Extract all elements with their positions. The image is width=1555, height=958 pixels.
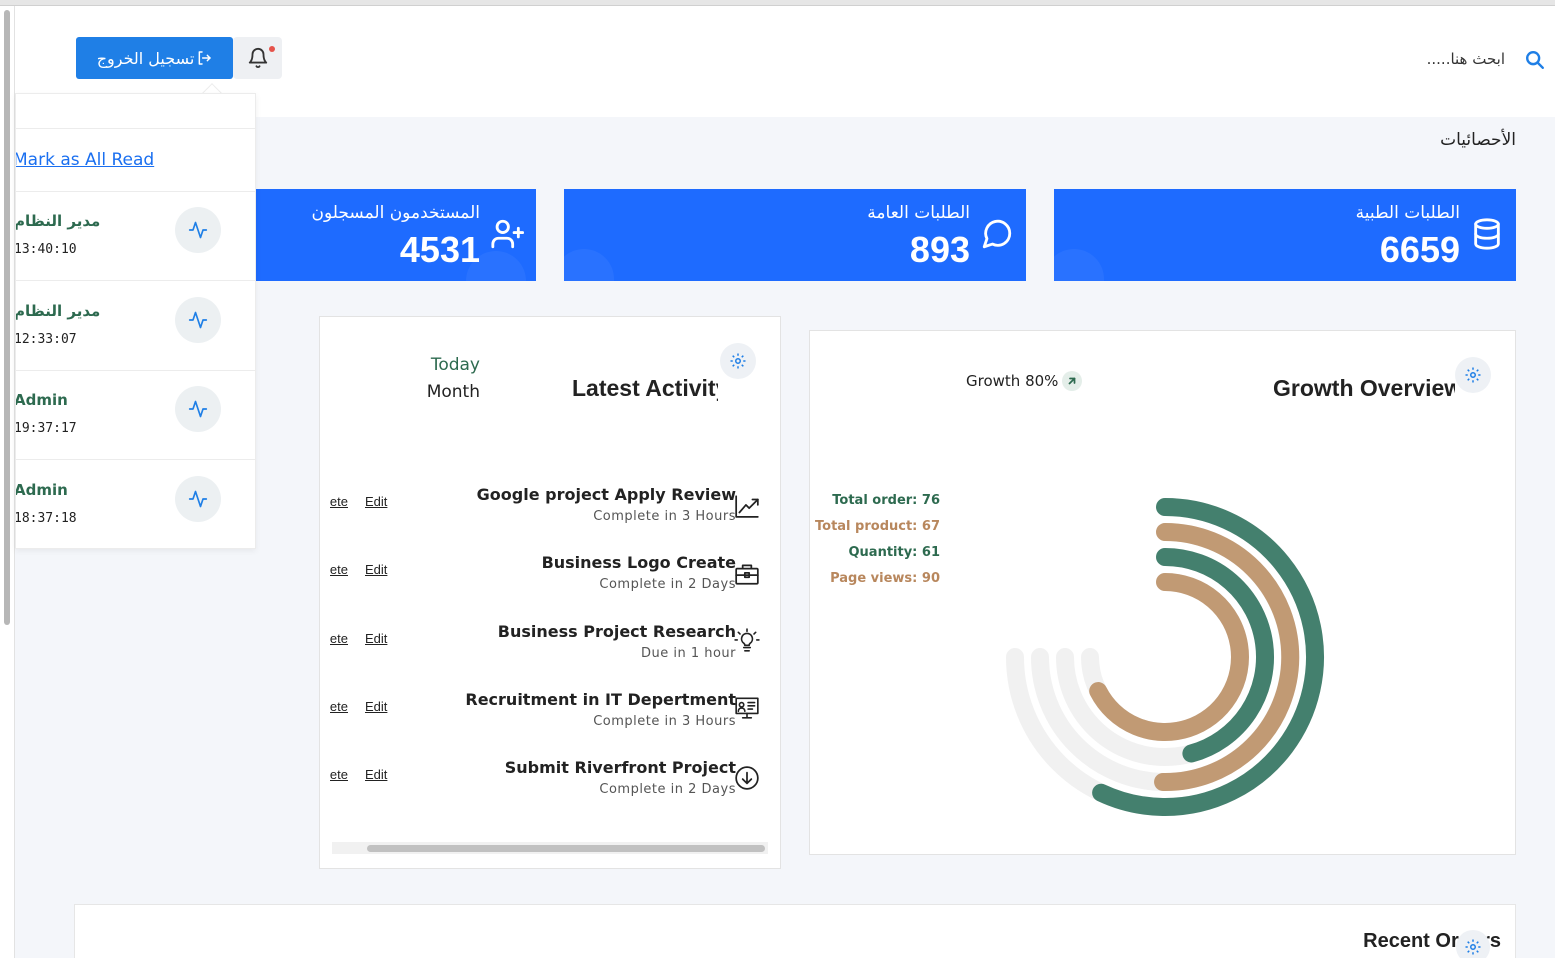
logout-icon <box>198 51 212 65</box>
notification-time: 19:37:17 <box>15 421 77 436</box>
gear-icon <box>1465 939 1481 955</box>
activity-subtitle: Complete in 3 Hours <box>593 509 736 524</box>
latest-activity-title: Latest Activity <box>572 375 718 401</box>
notification-sender: Admin <box>15 391 68 409</box>
activity-subtitle: Complete in 2 Days <box>599 577 736 592</box>
notifications-dropdown: Mark as All Read مدير النظام 13:40:10 مد… <box>15 93 256 549</box>
delete-link[interactable]: Delete <box>330 767 348 782</box>
trending-up-icon <box>735 495 759 518</box>
arrow-down-circle-icon <box>735 766 759 790</box>
notification-time: 18:37:18 <box>15 511 77 526</box>
mark-all-read-link[interactable]: Mark as All Read <box>16 150 154 170</box>
horizontal-scrollbar-thumb[interactable] <box>367 845 765 852</box>
activity-icon <box>175 207 221 253</box>
activity-title: Google project Apply Review <box>476 485 736 504</box>
activity-title: Business Logo Create <box>541 553 736 572</box>
notification-item[interactable]: Admin 19:37:17 <box>15 370 255 459</box>
notification-item[interactable]: Admin 18:37:18 <box>15 460 255 548</box>
notification-sender: Admin <box>15 481 68 499</box>
stat-card-medical-requests[interactable]: الطلبات الطبية 6659 <box>1054 189 1516 281</box>
notifications-button[interactable] <box>233 37 282 79</box>
notification-item[interactable]: مدير النظام 13:40:10 <box>15 191 255 280</box>
notification-dot <box>269 46 275 52</box>
activity-title: Submit Riverfront Project <box>504 758 736 777</box>
notification-time: 13:40:10 <box>15 242 77 257</box>
filter-today[interactable]: Today <box>420 355 480 375</box>
activity-subtitle: Complete in 3 Hours <box>593 714 736 729</box>
database-icon <box>1474 218 1500 250</box>
activity-settings-button[interactable] <box>720 343 756 379</box>
gear-icon <box>730 353 746 369</box>
activity-icon <box>175 297 221 343</box>
delete-link[interactable]: Delete <box>330 562 348 577</box>
notification-item[interactable]: مدير النظام 12:33:07 <box>15 281 255 370</box>
latest-activity-panel: Latest Activity Today Month Delete Edit … <box>319 316 781 869</box>
stat-value: 893 <box>909 229 970 270</box>
activity-subtitle: Complete in 2 Days <box>599 782 736 797</box>
notification-sender: مدير النظام <box>15 302 101 320</box>
logout-label: تسجيل الخروج <box>96 48 195 68</box>
delete-link[interactable]: Delete <box>330 699 348 714</box>
search-input[interactable] <box>1315 46 1505 72</box>
edit-link[interactable]: Edit <box>365 699 387 714</box>
activity-item: Delete Edit Google project Apply Review … <box>320 485 780 545</box>
delete-link[interactable]: Delete <box>330 494 348 509</box>
bell-icon <box>248 48 267 69</box>
growth-overview-panel: Growth Overview Growth 80% Total order: … <box>809 330 1516 855</box>
stat-label: المستخدمون المسجلون <box>311 203 480 223</box>
recent-orders-panel: Recent Orders <box>74 904 1516 958</box>
stat-card-registered-users[interactable]: المستخدمون المسجلون 4531 <box>256 189 536 281</box>
stat-card-general-requests[interactable]: الطلبات العامة 893 <box>564 189 1026 281</box>
recent-orders-settings-button[interactable] <box>1456 930 1490 958</box>
edit-link[interactable]: Edit <box>365 631 387 646</box>
presentation-icon <box>735 697 759 719</box>
edit-link[interactable]: Edit <box>365 494 387 509</box>
activity-item: Delete Edit Recruitment in IT Depertment… <box>320 690 780 750</box>
search-icon[interactable] <box>1524 49 1546 71</box>
radial-bar-page-views <box>1089 573 1249 741</box>
activity-item: Delete Edit Submit Riverfront Project Co… <box>320 758 780 818</box>
edit-link[interactable]: Edit <box>365 767 387 782</box>
activity-item: Delete Edit Business Logo Create Complet… <box>320 553 780 613</box>
activity-icon <box>175 476 221 522</box>
edit-link[interactable]: Edit <box>365 562 387 577</box>
stat-value: 6659 <box>1379 229 1460 270</box>
message-circle-icon <box>982 219 1012 249</box>
user-plus-icon <box>491 219 524 249</box>
page-title: الأحصائيات <box>1440 130 1516 150</box>
filter-month[interactable]: Month <box>410 382 480 402</box>
activity-title: Recruitment in IT Depertment <box>465 690 736 709</box>
activity-title: Business Project Research <box>497 622 736 641</box>
divider <box>16 128 255 129</box>
activity-icon <box>175 386 221 432</box>
notification-time: 12:33:07 <box>15 332 77 347</box>
activity-subtitle: Due in 1 hour <box>640 646 736 661</box>
growth-radial-chart <box>1006 498 1324 816</box>
stat-label: الطلبات العامة <box>867 203 970 223</box>
notification-sender: مدير النظام <box>15 212 101 230</box>
stat-value: 4531 <box>399 229 480 270</box>
card-decoration <box>564 249 614 281</box>
delete-link[interactable]: Delete <box>330 631 348 646</box>
logout-button[interactable]: تسجيل الخروج <box>76 37 233 79</box>
stat-label: الطلبات الطبية <box>1355 203 1460 223</box>
vertical-scrollbar[interactable] <box>4 10 10 625</box>
card-decoration <box>1054 249 1104 281</box>
activity-item: Delete Edit Business Project Research Du… <box>320 622 780 682</box>
lightbulb-icon <box>734 628 760 652</box>
briefcase-icon <box>735 564 759 585</box>
